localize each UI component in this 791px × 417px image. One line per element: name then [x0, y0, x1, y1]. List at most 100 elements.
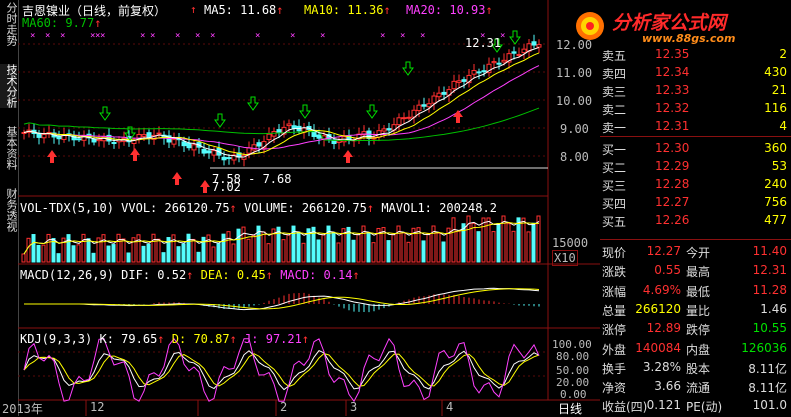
bid-row: 买三 12.28 240: [600, 175, 791, 194]
stat-value: 140084: [635, 340, 681, 355]
signal-marker: ×: [420, 31, 425, 41]
candle-body: [286, 123, 292, 127]
order-price: 12.26: [655, 213, 690, 227]
volume-bar: [206, 234, 211, 263]
price-tick: 9.00: [560, 122, 589, 136]
stat-value: 4.69%: [642, 282, 681, 297]
volume-bar: [146, 243, 151, 263]
volume-bar: [106, 245, 111, 263]
candle-body: [76, 138, 82, 141]
stat-value: 10.55: [752, 321, 787, 336]
volume-bar: [246, 238, 251, 263]
quote-stat-row: 换手 3.28% 股本 8.11亿: [600, 358, 791, 377]
time-tick: 3: [350, 400, 358, 414]
stat-value: 3.66: [654, 379, 681, 394]
price-tick: 12.00: [556, 38, 593, 52]
order-label: 买四: [602, 197, 627, 211]
quote-panel: 卖五 12.35 2 卖四 12.34 430 卖三 12.33 21 卖二 12.32 116 卖一 1…: [600, 45, 791, 416]
volume-bar: [81, 233, 86, 263]
period-label[interactable]: 日线: [558, 400, 582, 417]
candle-body: [96, 138, 102, 142]
quote-stat-row: 现价 12.27 今开 11.40: [600, 242, 791, 261]
stat-value: 12.89: [646, 321, 681, 336]
candle-body: [511, 51, 517, 54]
stat-label: 跌停: [686, 323, 711, 338]
candle-body: [181, 141, 187, 147]
bid-row: 买二 12.29 53: [600, 157, 791, 176]
quote-stat-row: 涨幅 4.69% 最低 11.28: [600, 281, 791, 300]
quote-stat-row: 净资 3.66 流通 8.11亿: [600, 377, 791, 396]
high-annotation: 12.31: [465, 36, 502, 50]
order-label: 卖一: [602, 121, 627, 135]
candle-body: [56, 135, 62, 140]
signal-marker: ×: [380, 31, 385, 41]
stat-label: 流通: [686, 381, 711, 396]
candle-body: [441, 91, 447, 95]
stat-value: 0.55: [654, 263, 681, 278]
candle-body: [471, 70, 477, 75]
sell-arrow-icon: [214, 113, 226, 128]
volume-bar: [211, 246, 216, 263]
order-volume: 2: [779, 47, 787, 61]
order-price: 12.34: [655, 65, 690, 79]
candle-body: [396, 117, 402, 126]
candle-body: [221, 156, 227, 161]
volume-bar: [231, 243, 236, 263]
volume-bar: [441, 241, 446, 263]
quote-stat-row: 总量 266120 量比 1.46: [600, 300, 791, 319]
order-volume: 240: [764, 177, 787, 191]
stat-label: 量比: [686, 303, 711, 318]
signal-marker: ×: [400, 31, 405, 41]
signal-marker: ×: [210, 31, 215, 41]
candle-body: [271, 131, 277, 137]
stat-label: 涨跌: [602, 265, 627, 280]
order-volume: 756: [764, 195, 787, 209]
stat-label: 换手: [602, 361, 627, 376]
volume-tick: 15000: [552, 236, 589, 250]
volume-bar: [181, 243, 186, 263]
candle-body: [496, 62, 502, 65]
volume-bar: [36, 244, 41, 263]
order-volume: 477: [764, 213, 787, 227]
candle-body: [171, 139, 177, 145]
candle-body: [251, 144, 257, 151]
sell-arrow-icon: [99, 106, 111, 121]
candle-body: [211, 150, 217, 156]
candle-body: [41, 133, 47, 139]
kdj-header: KDJ(9,3,3) K: 79.65↑ D: 70.87↑ J: 97.21↑: [20, 332, 310, 346]
candle-body: [156, 132, 162, 135]
time-tick: 2: [280, 400, 288, 414]
volume-bar: [31, 234, 36, 263]
order-price: 12.29: [655, 159, 690, 173]
volume-bar: [356, 234, 361, 263]
candle-body: [451, 80, 457, 90]
buy-arrow-icon: [343, 150, 353, 163]
volume-bar: [351, 239, 356, 263]
candle-body: [426, 103, 432, 108]
candle-body: [146, 132, 152, 138]
candle-body: [111, 142, 117, 145]
volume-unit: X10: [552, 250, 578, 266]
quote-stat-row: 涨停 12.89 跌停 10.55: [600, 319, 791, 338]
candle-body: [516, 54, 522, 57]
candle-body: [191, 144, 197, 151]
candle-body: [421, 104, 427, 107]
candle-body: [491, 61, 497, 64]
signal-marker: ×: [140, 31, 145, 41]
time-axis: 2013年 12 2 3 4 日线: [0, 400, 600, 416]
volume-bar: [111, 244, 116, 263]
buy-arrow-icon: [453, 110, 463, 123]
price-tick: 11.00: [556, 66, 593, 80]
candle-body: [406, 116, 412, 119]
volume-bar: [56, 253, 61, 263]
bid-row: 买一 12.30 360: [600, 139, 791, 158]
time-tick: 2013年: [2, 402, 43, 416]
order-label: 卖四: [602, 67, 627, 81]
volume-bar: [116, 233, 121, 263]
stat-label: 现价: [602, 246, 627, 260]
volume-bar: [481, 217, 486, 263]
low-annotation: 7.02: [212, 180, 241, 194]
volume-bar: [316, 239, 321, 263]
stat-label: 收益(四): [602, 400, 648, 415]
macd-header: MACD(12,26,9) DIF: 0.52↑ DEA: 0.45↑ MACD…: [20, 268, 360, 282]
